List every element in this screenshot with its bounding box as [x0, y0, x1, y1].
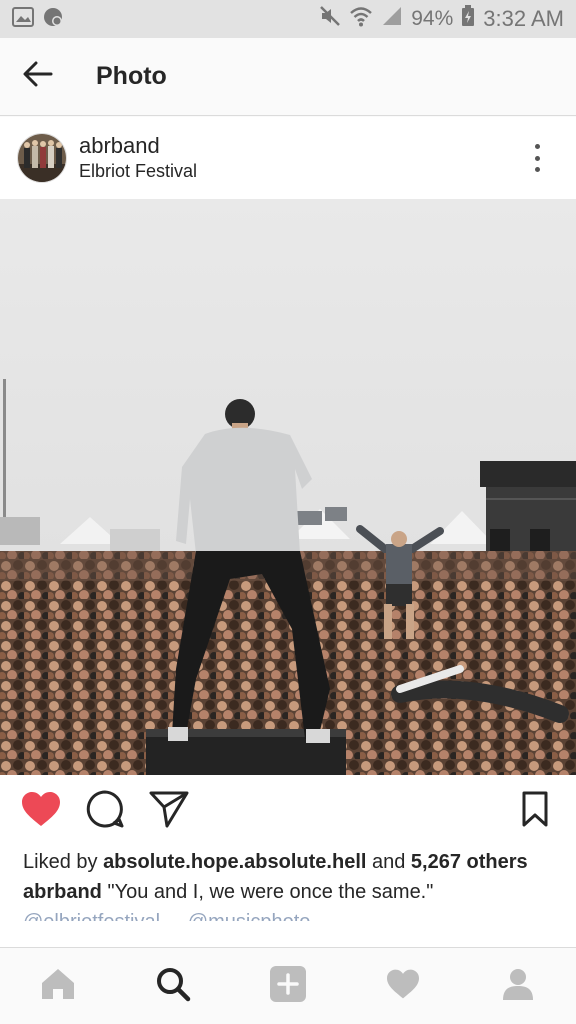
back-button[interactable] — [0, 38, 76, 116]
post-location[interactable]: Elbriot Festival — [79, 159, 197, 183]
comment-icon — [85, 789, 125, 834]
more-options-button[interactable] — [522, 141, 552, 175]
likes-prefix: Liked by — [23, 851, 104, 873]
post-photo[interactable] — [0, 199, 576, 775]
share-button[interactable] — [146, 788, 192, 834]
caption: abrband "You and I, we were once the sam… — [23, 877, 553, 907]
nav-profile[interactable] — [488, 956, 548, 1016]
nav-activity[interactable] — [373, 956, 433, 1016]
battery-icon — [461, 5, 475, 33]
status-bar: 94% 3:32 AM — [0, 0, 576, 38]
nav-search[interactable] — [143, 956, 203, 1016]
post-meta: abrband Elbriot Festival — [79, 133, 197, 183]
post-username[interactable]: abrband — [79, 133, 197, 159]
post-actions — [0, 775, 576, 847]
app-header: Photo — [0, 38, 576, 116]
avatar[interactable] — [17, 133, 67, 183]
comment-button[interactable] — [82, 788, 128, 834]
ellipsis-dot — [534, 155, 540, 161]
post-text: Liked by absolute.hope.absolute.hell and… — [0, 847, 576, 947]
caption-username[interactable]: abrband — [23, 881, 102, 903]
wifi-icon — [349, 5, 373, 33]
add-post-icon — [269, 965, 307, 1008]
profile-icon — [501, 967, 535, 1006]
signal-icon — [381, 5, 403, 33]
battery-percent: 94% — [411, 7, 454, 30]
ellipsis-dot — [534, 167, 540, 172]
image-icon — [12, 6, 34, 32]
status-time: 3:32 AM — [483, 6, 564, 31]
nav-home[interactable] — [28, 956, 88, 1016]
paper-plane-icon — [149, 790, 189, 833]
nav-add-post[interactable] — [258, 956, 318, 1016]
post-header: abrband Elbriot Festival — [0, 117, 576, 199]
comment-peek[interactable]: @elbriotfestival ... @musicphoto ... — [23, 907, 553, 921]
bottom-nav — [0, 947, 576, 1024]
likes-count[interactable]: 5,267 — [411, 851, 461, 873]
caption-text: "You and I, we were once the same." — [101, 881, 434, 903]
liked-by-user[interactable]: absolute.hope.absolute.hell — [103, 851, 366, 873]
like-button[interactable] — [18, 788, 64, 834]
status-right: 94% 3:32 AM — [319, 5, 564, 33]
likes-line: Liked by absolute.hope.absolute.hell and… — [23, 847, 553, 877]
likes-suffix[interactable]: others — [467, 851, 528, 873]
arrow-left-icon — [23, 61, 53, 92]
heart-filled-icon — [20, 790, 62, 833]
bookmark-icon — [521, 791, 549, 832]
activity-icon — [385, 968, 421, 1005]
vertical-ellipsis-icon — [534, 144, 540, 149]
status-left — [12, 6, 64, 33]
mute-icon — [319, 5, 341, 33]
page-title: Photo — [96, 62, 167, 90]
save-button[interactable] — [512, 788, 558, 834]
chat-icon — [42, 6, 64, 33]
home-icon — [40, 967, 76, 1006]
likes-conjunction: and — [366, 851, 411, 873]
concert-photo — [0, 199, 576, 775]
search-icon — [155, 966, 191, 1007]
